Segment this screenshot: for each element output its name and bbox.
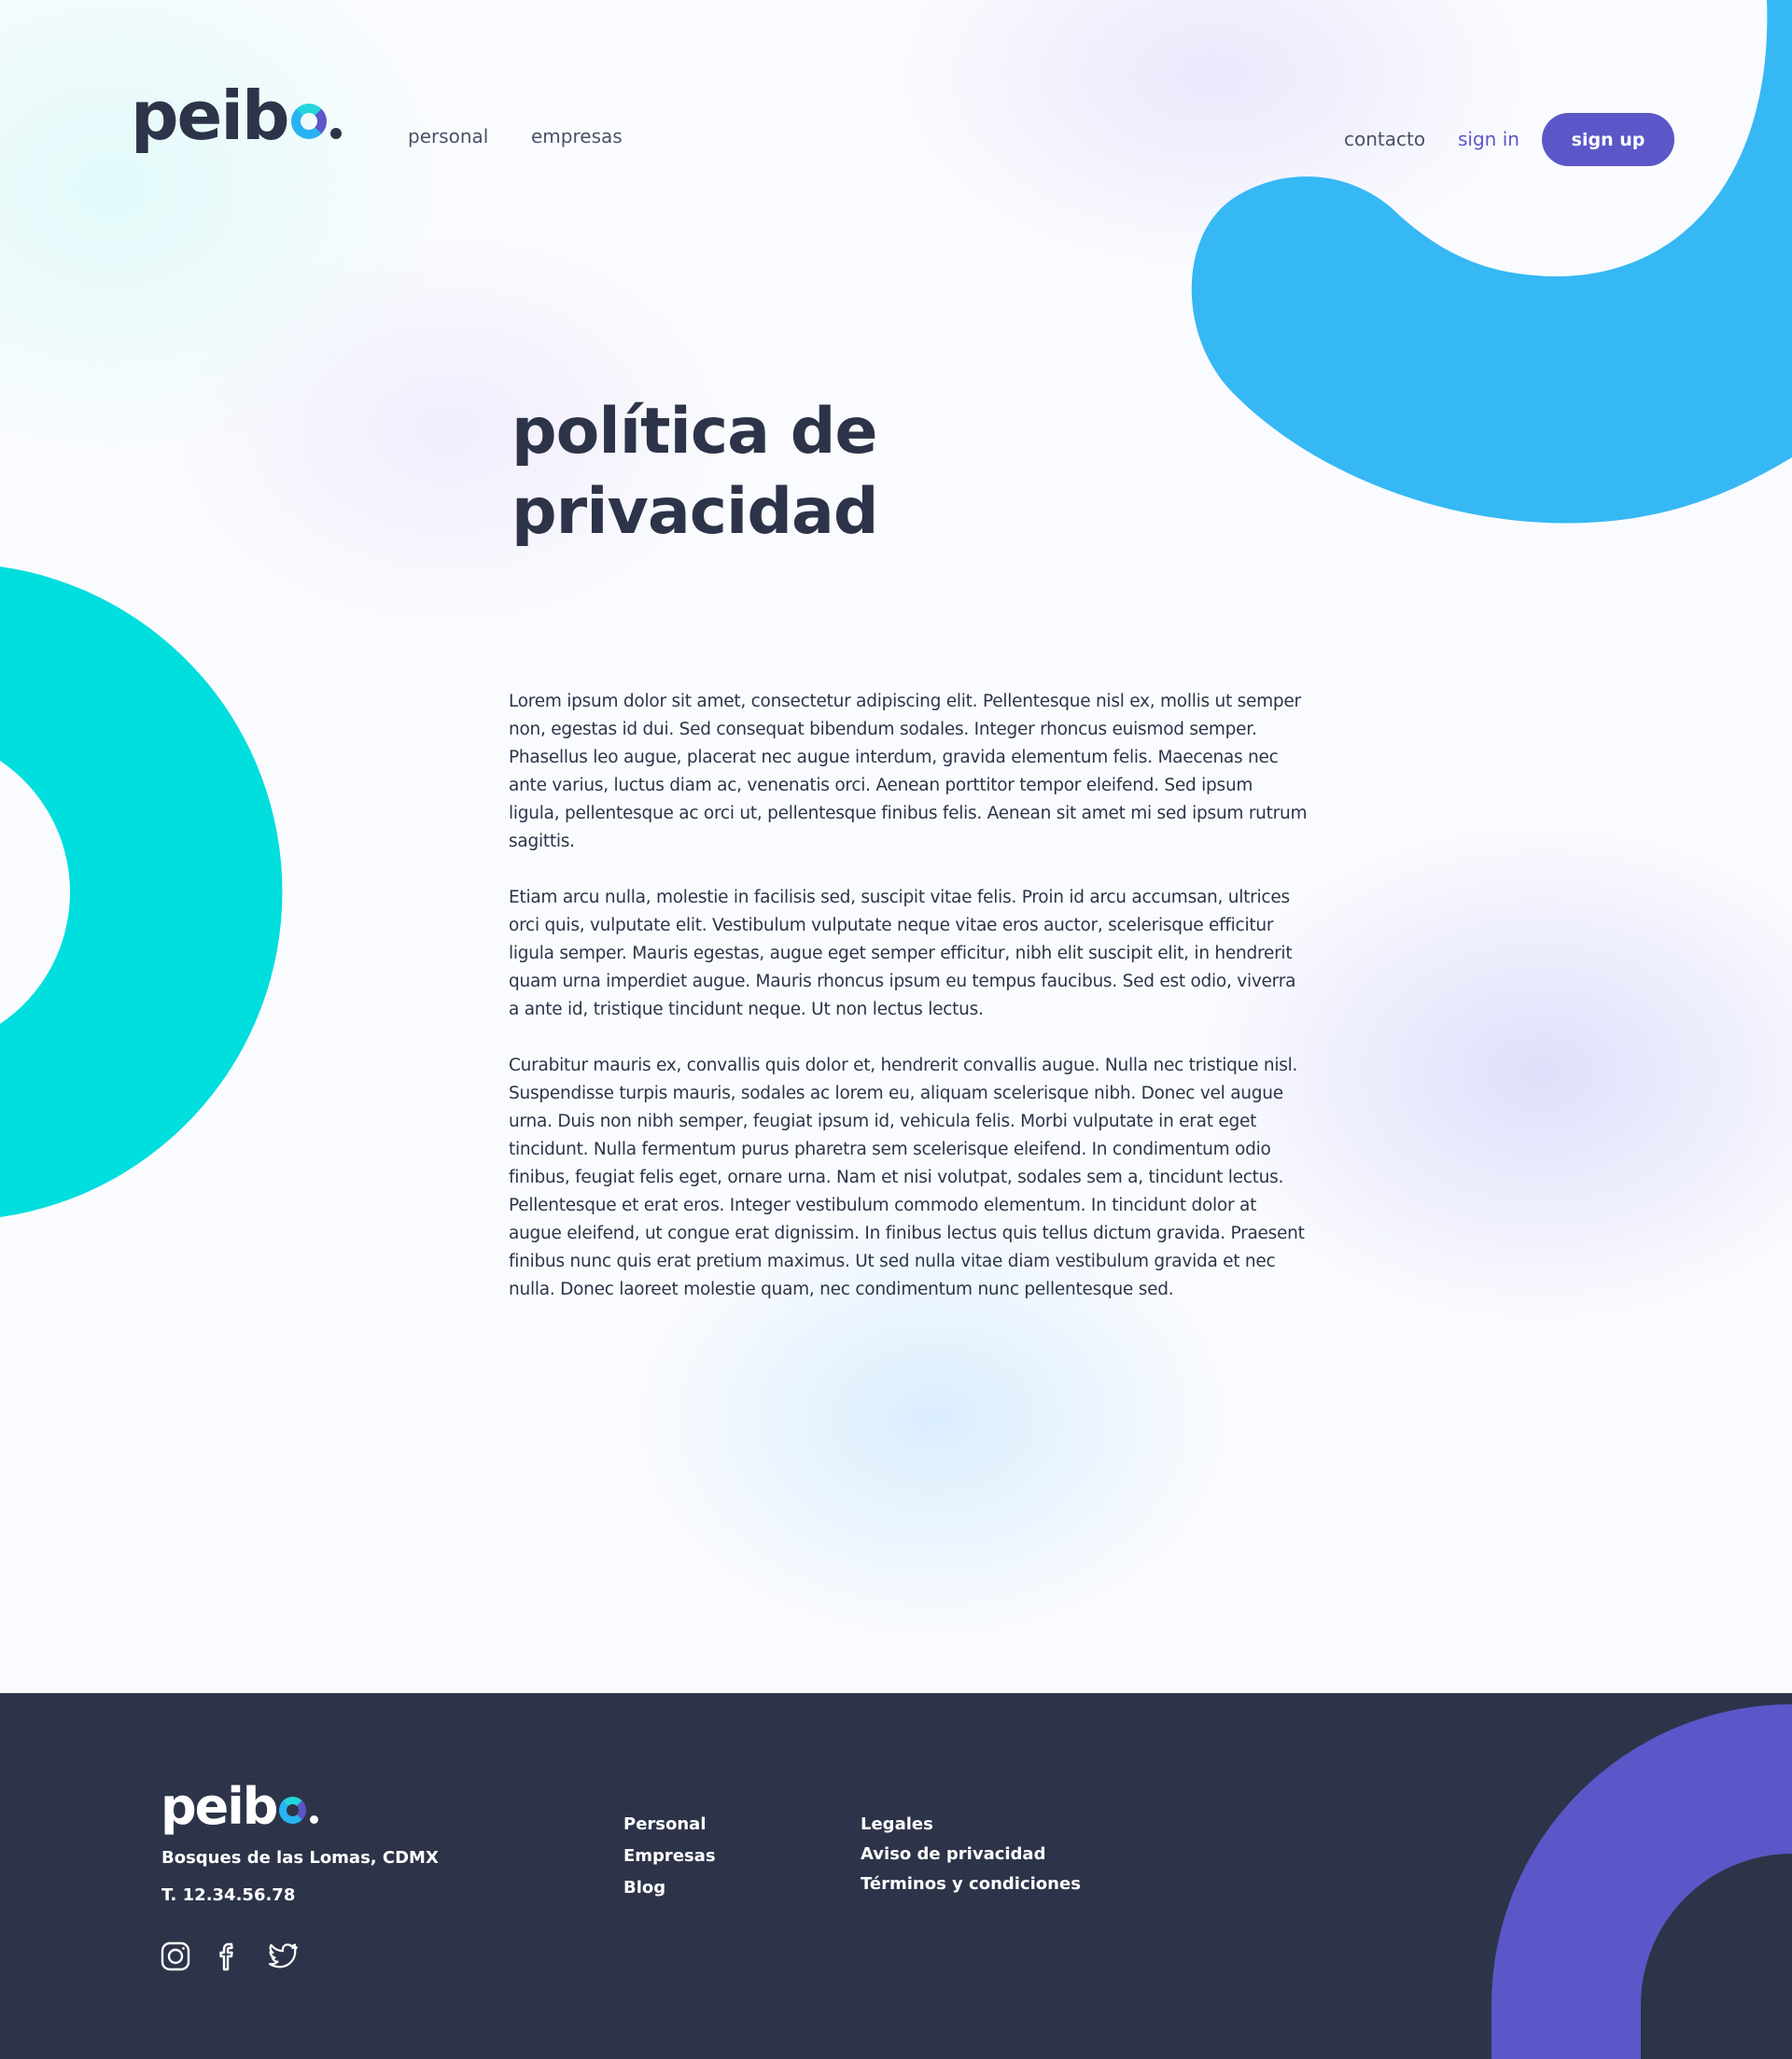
policy-paragraph: Lorem ipsum dolor sit amet, consectetur … — [509, 692, 1308, 851]
footer-link-terminos[interactable]: Términos y condiciones — [861, 1874, 1081, 1894]
page-title-line-1: política de — [511, 395, 877, 469]
footer-address: Bosques de las Lomas, CDMX — [161, 1848, 439, 1868]
twitter-icon[interactable] — [267, 1940, 299, 1972]
blue-blob-shape — [1191, 0, 1792, 524]
footer-logo-wordmark: peib — [161, 1777, 278, 1836]
footer-logo[interactable]: peib — [161, 1777, 319, 1836]
nav-personal[interactable]: personal — [408, 125, 488, 147]
footer-link-personal[interactable]: Personal — [623, 1814, 707, 1834]
policy-content: Lorem ipsum dolor sit amet, consectetur … — [509, 688, 1308, 1332]
footer-logo-dot — [310, 1815, 319, 1824]
page-title-line-2: privacidad — [511, 475, 879, 549]
sign-up-button[interactable]: sign up — [1542, 113, 1674, 166]
policy-paragraph: Curabitur mauris ex, convallis quis dolo… — [509, 1056, 1305, 1299]
logo-o-mark — [290, 104, 327, 139]
instagram-icon[interactable] — [160, 1940, 191, 1972]
purple-ring-shape — [1491, 1704, 1792, 2059]
nav-contacto[interactable]: contacto — [1344, 128, 1425, 150]
footer-phone: T. 12.34.56.78 — [161, 1885, 296, 1905]
page-title: política de privacidad — [511, 392, 1071, 553]
logo-dot — [329, 128, 342, 139]
teal-ring-shape — [0, 567, 283, 1217]
nav-empresas[interactable]: empresas — [531, 125, 623, 147]
footer-link-legales[interactable]: Legales — [861, 1814, 933, 1834]
sign-in-link[interactable]: sign in — [1458, 128, 1519, 150]
page: peib personal empresas contacto sign in … — [0, 0, 1792, 2059]
footer-link-empresas[interactable]: Empresas — [623, 1846, 716, 1866]
logo-wordmark: peib — [131, 77, 290, 155]
footer-logo-o-mark — [279, 1797, 307, 1824]
policy-paragraph: Etiam arcu nulla, molestie in facilisis … — [509, 888, 1296, 1019]
footer-link-aviso-privacidad[interactable]: Aviso de privacidad — [861, 1844, 1045, 1864]
logo[interactable]: peib — [131, 82, 342, 149]
footer: peib Bosques de las Lomas, CDMX T. 12.34… — [0, 1693, 1792, 2059]
facebook-icon[interactable] — [213, 1940, 245, 1972]
footer-link-blog[interactable]: Blog — [623, 1878, 665, 1898]
